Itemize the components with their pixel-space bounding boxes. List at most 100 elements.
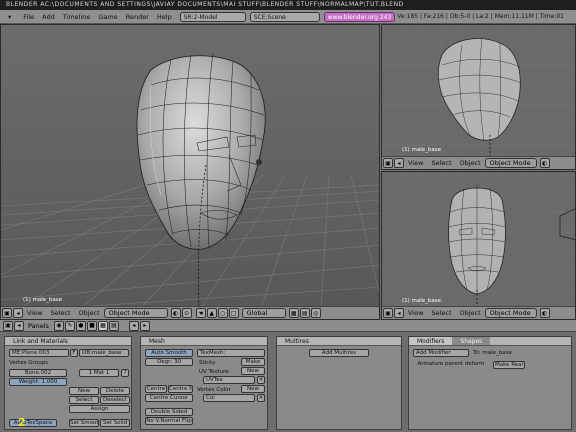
- to-object-label: To: male_base: [473, 350, 512, 356]
- menu-file[interactable]: File: [19, 13, 38, 21]
- tab-modifiers[interactable]: Modifiers: [409, 337, 453, 345]
- uv-new-button[interactable]: New: [241, 367, 265, 375]
- add-modifier-button[interactable]: Add Modifier: [413, 349, 469, 357]
- vertex-group-field[interactable]: Bone.002: [9, 369, 67, 377]
- mesh-name-field[interactable]: ME:Plane.003: [9, 349, 69, 357]
- manipulator-icon[interactable]: ☚: [195, 308, 206, 318]
- arrow-left-icon[interactable]: ◂: [128, 320, 139, 331]
- menu-help[interactable]: Help: [153, 13, 176, 21]
- view-menu[interactable]: View: [23, 309, 46, 317]
- scene-stats: Ve:185 | Fa:216 | Ob:5-0 | La:2 | Mem:11…: [397, 13, 564, 20]
- menu-render[interactable]: Render: [122, 13, 153, 21]
- pivot-icon[interactable]: ⊙: [181, 308, 192, 318]
- shading-icon[interactable]: ●: [75, 320, 86, 331]
- deselect-group-button[interactable]: Deselect: [100, 396, 130, 404]
- mode-selector-front[interactable]: Object Mode: [484, 308, 537, 318]
- menu-collapse-icon[interactable]: ◂: [13, 308, 23, 318]
- menu-game[interactable]: Game: [94, 13, 121, 21]
- buttons-window: ▣ ◂ Panels ◉ ✎ ● ■ ▦ ▤ ◂ ▸ Link and Mate…: [0, 320, 576, 432]
- set-solid-button[interactable]: Set Solid: [100, 419, 130, 427]
- object-name-field[interactable]: OB:male_base: [79, 349, 129, 357]
- front-scene: [382, 172, 575, 308]
- draw-type-icon-side[interactable]: ◐: [539, 158, 550, 168]
- add-multires-button[interactable]: Add Multires: [309, 349, 369, 357]
- editor-type-icon[interactable]: ▣: [2, 308, 12, 318]
- no-vnormal-flip-toggle[interactable]: No V.Normal Flip: [145, 417, 193, 425]
- fake-user-toggle[interactable]: F: [70, 349, 78, 357]
- object-menu[interactable]: Object: [75, 309, 104, 317]
- vc-new-button[interactable]: New: [241, 385, 265, 393]
- mode-selector[interactable]: Object Mode: [103, 308, 168, 318]
- translate-icon[interactable]: ▲: [206, 308, 217, 318]
- layer-icon[interactable]: ▦: [288, 308, 299, 318]
- view-menu-side[interactable]: View: [404, 159, 427, 167]
- auto-smooth-toggle[interactable]: Auto Smooth: [145, 349, 193, 357]
- window-title: BLENDER AC:\DOCUMENTS AND SETTINGS\JAVIA…: [0, 0, 576, 10]
- object-icon[interactable]: ■: [86, 320, 97, 331]
- editing-icon[interactable]: ▦: [97, 320, 108, 331]
- scale-icon[interactable]: □: [228, 308, 239, 318]
- select-menu-side[interactable]: Select: [427, 159, 455, 167]
- set-smooth-button[interactable]: Set Smooth: [69, 419, 99, 427]
- menu-collapse-icon-buttons[interactable]: ◂: [14, 320, 24, 331]
- blender-logo-icon[interactable]: ▾: [0, 13, 19, 21]
- draw-type-icon-front[interactable]: ◐: [539, 308, 550, 318]
- scene-selector[interactable]: SCE:Scene: [249, 11, 320, 22]
- modifiers-panel: Modifiers Shapes Add Modifier To: male_b…: [408, 336, 572, 430]
- viewport-perspective[interactable]: (1) male_base ▣ ◂ View Select Object Obj…: [0, 24, 380, 320]
- editor-type-icon-buttons[interactable]: ▣: [3, 320, 13, 331]
- uvtex-delete-icon[interactable]: ✕: [257, 376, 265, 384]
- menu-collapse-icon-front[interactable]: ◂: [394, 308, 404, 318]
- menu-add[interactable]: Add: [38, 13, 59, 21]
- buttons-header: ▣ ◂ Panels ◉ ✎ ● ■ ▦ ▤ ◂ ▸: [0, 320, 576, 332]
- lock-icon[interactable]: ▤: [299, 308, 310, 318]
- uvtex-field[interactable]: UVTex: [203, 376, 255, 384]
- delete-group-button[interactable]: Delete: [100, 387, 130, 395]
- object-menu-side[interactable]: Object: [456, 159, 485, 167]
- select-group-button[interactable]: Select: [69, 396, 99, 404]
- sticky-make-button[interactable]: Make: [241, 358, 265, 366]
- viewport-side[interactable]: (1) male_base ▣ ◂ View Select Object Obj…: [381, 24, 576, 170]
- script-icon[interactable]: ✎: [64, 320, 75, 331]
- object-label-front: (1) male_base: [402, 298, 442, 304]
- degr-field[interactable]: Degr: 30: [145, 358, 193, 366]
- assign-button[interactable]: Assign: [69, 405, 130, 413]
- render-icon[interactable]: ◎: [310, 308, 321, 318]
- new-group-button[interactable]: New: [69, 387, 99, 395]
- arrow-right-icon[interactable]: ▸: [139, 320, 150, 331]
- col-field[interactable]: Col: [203, 394, 255, 402]
- object-menu-front[interactable]: Object: [456, 309, 485, 317]
- centre-button[interactable]: Centre: [145, 385, 167, 393]
- editor-type-icon-front[interactable]: ▣: [383, 308, 393, 318]
- draw-type-icon[interactable]: ◐: [170, 308, 181, 318]
- scene-icon[interactable]: ▤: [108, 320, 119, 331]
- make-real-button[interactable]: Make Real: [493, 361, 525, 369]
- select-menu-front[interactable]: Select: [427, 309, 455, 317]
- screen-selector[interactable]: SR:2-Model: [179, 11, 246, 22]
- rotate-icon[interactable]: ○: [217, 308, 228, 318]
- viewport-front[interactable]: (1) male_base ▣ ◂ View Select Object Obj…: [381, 171, 576, 320]
- view-menu-front[interactable]: View: [404, 309, 427, 317]
- texmesh-field[interactable]: TexMesh:: [197, 349, 265, 357]
- logic-icon[interactable]: ◉: [53, 320, 64, 331]
- autotexspace-toggle[interactable]: AutoTexSpace: [9, 419, 57, 427]
- double-sided-toggle[interactable]: Double Sided: [145, 408, 193, 416]
- multires-title: Multires: [277, 337, 401, 346]
- centre-cursor-button[interactable]: Centre Cursor: [145, 394, 193, 402]
- menu-collapse-icon-side[interactable]: ◂: [394, 158, 404, 168]
- tab-shapes[interactable]: Shapes: [452, 337, 491, 345]
- weight-field[interactable]: Weight: 1.000: [9, 378, 67, 386]
- menu-timeline[interactable]: Timeline: [59, 13, 95, 21]
- editor-type-icon-side[interactable]: ▣: [383, 158, 393, 168]
- viewport-header: ▣ ◂ View Select Object Object Mode ◐ ⊙ ☚…: [1, 306, 379, 319]
- blender-url-link[interactable]: www.blender.org 243: [323, 11, 396, 22]
- material-help-button[interactable]: ?: [121, 369, 129, 377]
- mode-selector-side[interactable]: Object Mode: [484, 158, 537, 168]
- centre-new-button[interactable]: Centre New: [168, 385, 193, 393]
- vertex-groups-label: Vertex Groups: [9, 360, 49, 366]
- armature-parent-deform[interactable]: Armature parent deform: [413, 361, 489, 369]
- orientation-selector[interactable]: Global: [241, 308, 286, 318]
- col-delete-icon[interactable]: ✕: [257, 394, 265, 402]
- select-menu[interactable]: Select: [46, 309, 74, 317]
- material-index-field[interactable]: 1 Mat 1: [79, 369, 119, 377]
